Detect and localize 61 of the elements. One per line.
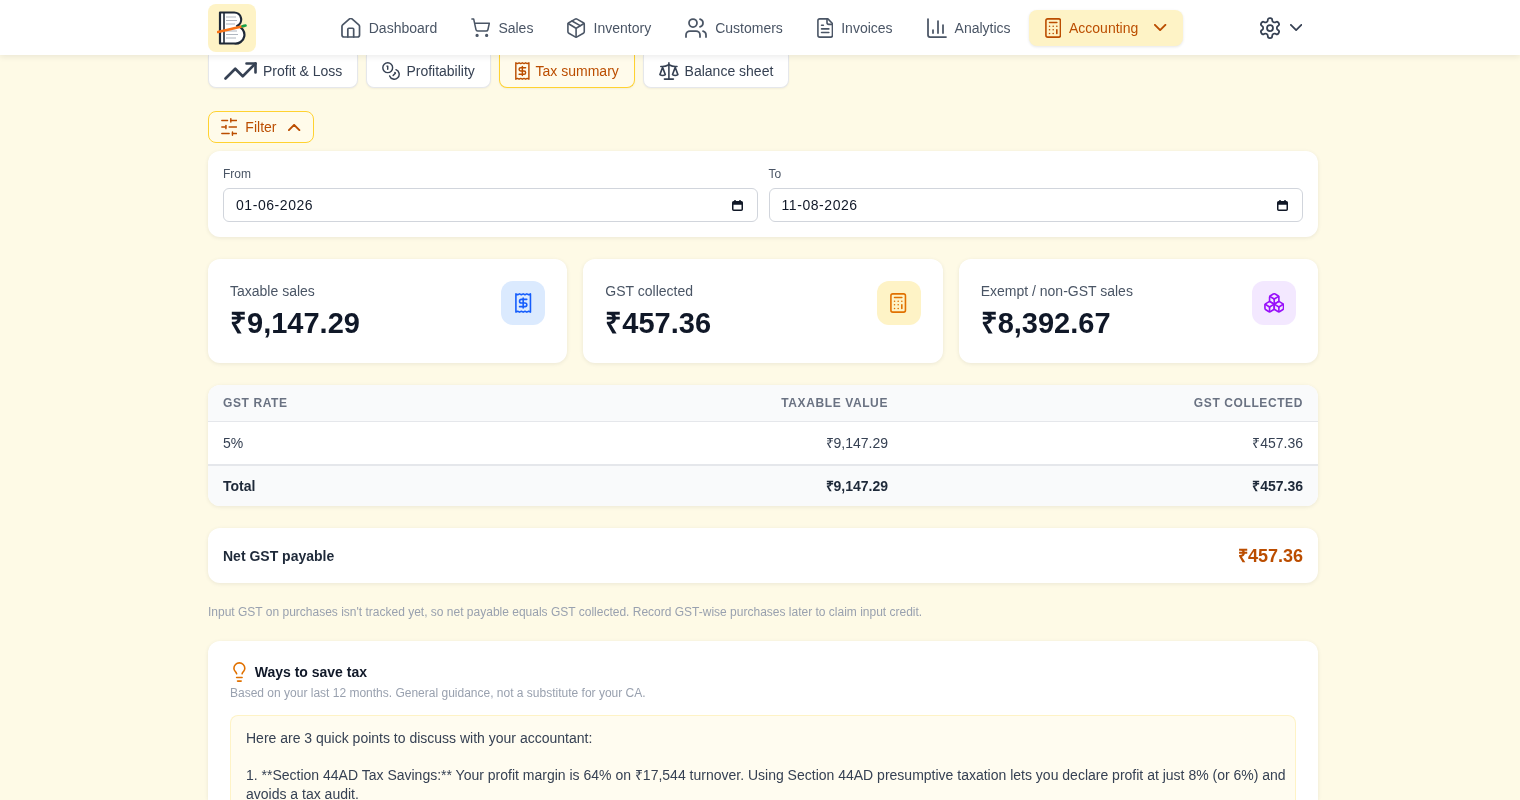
nav-item[interactable]: Customers [669, 9, 799, 46]
calculator-icon [876, 281, 921, 325]
stat-value: ₹457.36 [605, 306, 712, 341]
calendar-icon [1277, 199, 1288, 211]
nav-item[interactable]: Sales [455, 9, 550, 46]
table-cell-text: 5% [223, 434, 244, 453]
users-icon [685, 17, 708, 38]
column-header: GST COLLECTED [1193, 395, 1303, 411]
table-cell-text: ₹9,147.29 [825, 434, 888, 453]
stat-label: Taxable sales [230, 282, 316, 301]
tab[interactable]: Profitability [366, 55, 491, 88]
chevron-down-icon [1289, 24, 1302, 31]
net-label: Net GST payable [223, 546, 335, 566]
cart-icon [471, 17, 491, 38]
coins-icon [382, 62, 401, 80]
table-cell-text: Total [223, 477, 256, 496]
table-cell-text: ₹457.36 [1252, 434, 1303, 453]
field-label: To [768, 166, 783, 182]
box-icon [567, 17, 586, 38]
nav-item[interactable]: Dashboard [325, 9, 454, 46]
settings-icon [1259, 16, 1280, 39]
tab[interactable]: Balance sheet [642, 55, 790, 88]
chevron-up-icon [288, 123, 301, 131]
lightbulb-icon [233, 662, 246, 682]
home-icon [341, 17, 361, 38]
calendar-icon [731, 199, 743, 211]
date-field[interactable]: 11-08-2026 [768, 188, 1303, 222]
receipt-icon [514, 62, 530, 80]
document-icon [816, 17, 834, 38]
nav-item[interactable]: Invoices [800, 9, 909, 46]
tab[interactable]: Profit & Loss [208, 55, 359, 88]
tab[interactable]: Tax summary [498, 55, 635, 88]
field-label: From [223, 166, 252, 182]
note-text: Input GST on purchases isn't tracked yet, so net payable equals GST collected. Record GST-wise purchases later to claim input credit. [208, 604, 924, 620]
tips-subtitle: Based on your last 12 months. General guidance, not a substitute for your CA. [230, 685, 647, 701]
nav-item[interactable]: Inventory [551, 9, 668, 46]
scale-icon [658, 62, 679, 80]
tips-paragraph: Here are 3 quick points to discuss with your accountant: [246, 729, 594, 748]
date-field[interactable]: 01-06-2026 [223, 188, 758, 222]
column-header: GST RATE [223, 395, 288, 411]
tips-paragraph: 1. **Section 44AD Tax Savings:** Your profit margin is 64% on ₹17,544 turnover. Using Section 44AD presumptive taxation lets you declare profit at just 8% (or 6%) and avoids a tax audit. [246, 766, 1287, 800]
logo-icon[interactable] [208, 3, 256, 52]
stat-label: Exempt / non-GST sales [980, 282, 1133, 301]
tips-title: Ways to save tax [254, 663, 368, 682]
stat-label: GST collected [605, 282, 694, 301]
trend-up-icon [224, 62, 257, 80]
table-cell-text: ₹9,147.29 [825, 477, 888, 496]
receipt-icon [501, 281, 546, 325]
stat-value: ₹9,147.29 [230, 306, 360, 341]
filter-button[interactable]: Filter [208, 111, 314, 143]
nav-item[interactable]: Analytics [910, 9, 1027, 46]
bar-chart-icon [926, 17, 947, 38]
net-value: ₹457.36 [1237, 544, 1303, 568]
nav-item[interactable]: Accounting [1028, 9, 1183, 46]
table-cell-text: ₹457.36 [1252, 477, 1303, 496]
chevron-down-icon [1154, 24, 1167, 31]
boxes-icon [1252, 281, 1296, 325]
stat-value: ₹8,392.67 [980, 306, 1112, 341]
sliders-icon [221, 118, 238, 136]
column-header: TAXABLE VALUE [781, 395, 888, 411]
calculator-icon [1044, 17, 1061, 38]
